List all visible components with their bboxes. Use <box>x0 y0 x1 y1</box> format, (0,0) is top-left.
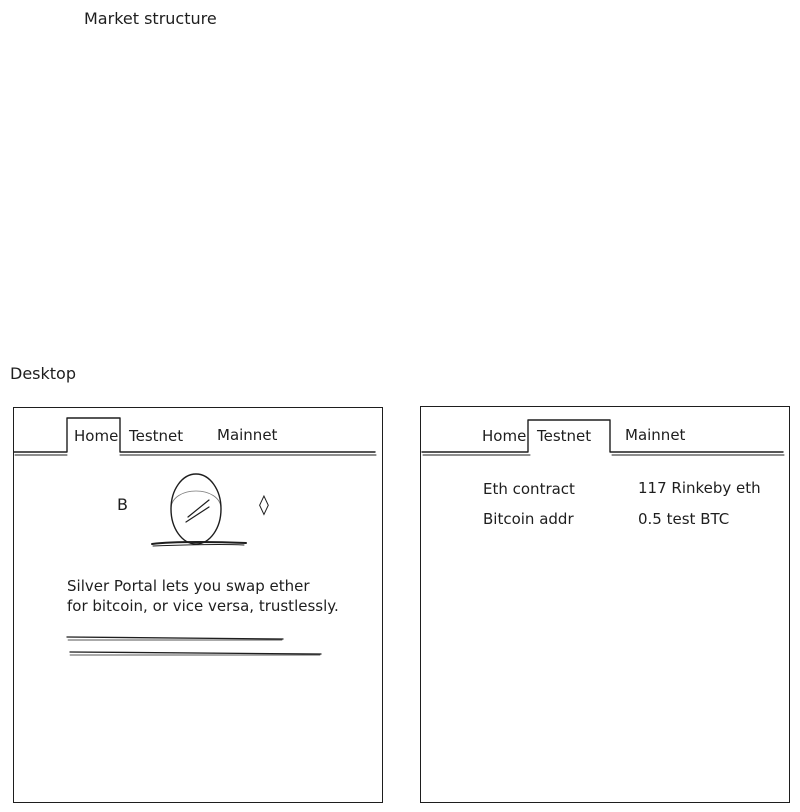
description-line-1: Silver Portal lets you swap ether <box>67 577 310 595</box>
testnet-tab-testnet[interactable]: Testnet <box>537 427 591 445</box>
description-line-2: for bitcoin, or vice versa, trustlessly. <box>67 597 339 615</box>
market-structure-title: Market structure <box>84 9 217 28</box>
ether-diamond-icon: ◊ <box>259 492 269 516</box>
desktop-title: Desktop <box>10 364 76 383</box>
testnet-tab-mainnet[interactable]: Mainnet <box>625 426 685 444</box>
bitcoin-addr-value: 0.5 test BTC <box>638 510 730 528</box>
testnet-screen-frame <box>420 406 790 803</box>
home-tab-mainnet[interactable]: Mainnet <box>217 426 277 444</box>
eth-contract-label: Eth contract <box>483 480 575 498</box>
home-tab-home[interactable]: Home <box>74 427 118 445</box>
testnet-tab-home[interactable]: Home <box>482 427 526 445</box>
home-tab-testnet[interactable]: Testnet <box>129 427 183 445</box>
eth-contract-value: 117 Rinkeby eth <box>638 479 761 497</box>
bitcoin-symbol: B <box>117 495 128 514</box>
bitcoin-addr-label: Bitcoin addr <box>483 510 574 528</box>
